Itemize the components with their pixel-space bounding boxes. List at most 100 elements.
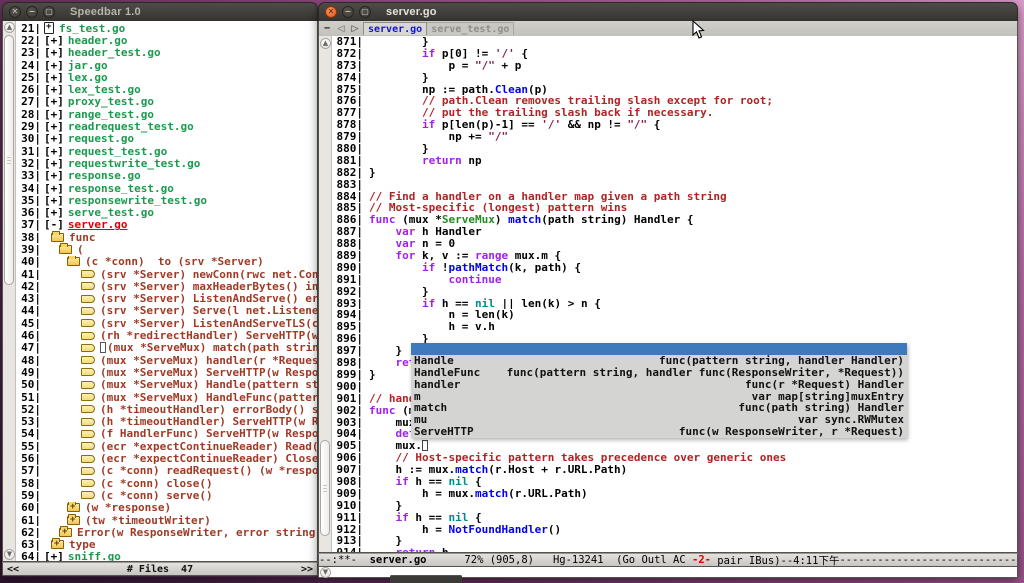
file-name[interactable]: server.go — [68, 219, 128, 231]
tag-icon[interactable] — [81, 491, 95, 499]
maximize-icon[interactable]: ▢ — [359, 6, 371, 18]
tag-label[interactable]: (ecr *expectContinueReader) Close() e — [100, 452, 317, 464]
tag-label[interactable]: (rh *redirectHandler) ServeHTTP(w Res — [100, 329, 317, 341]
expand-toggle-icon[interactable]: [+] — [44, 194, 64, 206]
tag-group-label[interactable]: (tw *timeoutWriter) — [85, 514, 211, 526]
file-name[interactable]: range_test.go — [68, 108, 154, 120]
code-line[interactable]: 887| var h Handler — [333, 226, 1017, 238]
minimize-icon[interactable]: − — [26, 6, 38, 18]
tree-row[interactable]: 22|[+]header.go — [17, 34, 317, 46]
code-line[interactable]: 905| mux. — [333, 440, 1017, 452]
folder-open-icon[interactable] — [67, 257, 80, 266]
code-line[interactable]: 907| h := mux.match(r.Host + r.URL.Path) — [333, 464, 1017, 476]
scroll-down-icon[interactable]: ▼ — [320, 567, 331, 578]
folder-closed-icon[interactable] — [59, 528, 72, 537]
tag-label[interactable]: (srv *Server) newConn(rwc net.Conn) ( — [100, 268, 317, 280]
tag-label[interactable]: (c *conn) serve() — [100, 489, 213, 501]
expand-toggle-icon[interactable]: [+] — [44, 551, 64, 562]
file-name[interactable]: responsewrite_test.go — [68, 194, 207, 206]
tag-label[interactable]: (mux *ServeMux) Handle(pattern string — [100, 379, 317, 391]
close-icon[interactable]: ✕ — [9, 6, 21, 18]
tag-label[interactable]: (mux *ServeMux) HandleFunc(pattern st — [100, 391, 317, 403]
folder-open-icon[interactable] — [59, 245, 72, 254]
editor-scrollbar[interactable]: ▲ — [319, 36, 332, 552]
expand-toggle-icon[interactable]: [+] — [44, 96, 64, 108]
expand-toggle-icon[interactable]: [-] — [44, 219, 64, 231]
tree-row[interactable]: 32|[+]requestwrite_test.go — [17, 157, 317, 169]
expand-toggle-icon[interactable]: [+] — [44, 206, 64, 218]
speedbar-scrollbar[interactable]: ▲ ▼ — [3, 21, 16, 561]
tag-group-label[interactable]: ( — [77, 243, 84, 255]
code-line[interactable]: 884|// Find a handler on a handler map g… — [333, 191, 1017, 203]
tag-label[interactable]: (mux *ServeMux) match(path string) Ha — [107, 342, 317, 354]
tag-group-label[interactable]: Error(w ResponseWriter, error string, c — [77, 526, 317, 538]
code-line[interactable]: 891| continue — [333, 274, 1017, 286]
tag-icon[interactable] — [81, 405, 95, 413]
tag-icon[interactable] — [81, 393, 95, 401]
code-line[interactable]: 895| h = v.h — [333, 321, 1017, 333]
code-line[interactable]: 910| } — [333, 500, 1017, 512]
tree-row[interactable]: 52|(h *timeoutHandler) errorBody() strin… — [17, 403, 317, 415]
file-name[interactable]: request.go — [68, 133, 134, 145]
tree-row[interactable]: 50|(mux *ServeMux) Handle(pattern string… — [17, 379, 317, 391]
file-name[interactable]: lex.go — [68, 71, 108, 83]
code-line[interactable]: 874| } — [333, 72, 1017, 84]
tree-row[interactable]: 46|(rh *redirectHandler) ServeHTTP(w Res… — [17, 329, 317, 341]
tag-label[interactable]: (mux *ServeMux) handler(r *Request) H — [100, 354, 317, 366]
tree-row[interactable]: 24|[+]jar.go — [17, 59, 317, 71]
file-name[interactable]: request_test.go — [68, 145, 167, 157]
tree-row[interactable]: 54|(f HandlerFunc) ServeHTTP(w ResponseW… — [17, 428, 317, 440]
expand-toggle-icon[interactable]: [+] — [44, 133, 64, 145]
file-name[interactable]: header_test.go — [68, 47, 161, 59]
tag-icon[interactable] — [81, 442, 95, 450]
expand-toggle-icon[interactable]: [+] — [44, 59, 64, 71]
file-name[interactable]: sniff.go — [68, 551, 121, 562]
code-line[interactable]: 879| np += "/" — [333, 131, 1017, 143]
file-name[interactable]: lex_test.go — [68, 83, 141, 95]
file-name[interactable]: readrequest_test.go — [68, 120, 194, 132]
autocomplete-popup[interactable]: Handlefunc(pattern string, handler Handl… — [411, 343, 907, 438]
tag-group-label[interactable]: (c *conn) to (srv *Server) — [85, 256, 264, 268]
speedbar-titlebar[interactable]: ✕ − ▢ Speedbar 1.0 — [2, 2, 318, 21]
file-name[interactable]: fs_test.go — [59, 22, 125, 34]
tag-icon[interactable] — [81, 418, 95, 426]
folder-open-icon[interactable] — [51, 233, 64, 242]
tag-icon[interactable] — [81, 356, 95, 364]
tag-label[interactable]: (h *timeoutHandler) errorBody() strin — [100, 403, 317, 415]
tree-row[interactable]: 61|(tw *timeoutWriter) — [17, 514, 317, 526]
tag-icon[interactable] — [81, 332, 95, 340]
tag-icon[interactable] — [81, 381, 95, 389]
tree-row[interactable]: 30|[+]request.go — [17, 133, 317, 145]
tree-row[interactable]: 56|(ecr *expectContinueReader) Close() e… — [17, 452, 317, 464]
tree-row[interactable]: 62|Error(w ResponseWriter, error string,… — [17, 526, 317, 538]
tree-row[interactable]: 38|func — [17, 231, 317, 243]
tag-label[interactable]: (srv *Server) Serve(l net.Listener) e — [100, 305, 317, 317]
tag-label[interactable]: (srv *Server) ListenAndServeTLS(certF — [100, 317, 317, 329]
tree-row[interactable]: 23|[+]header_test.go — [17, 47, 317, 59]
scroll-up-icon[interactable]: ▲ — [4, 22, 15, 33]
tag-group-label[interactable]: (w *response) — [85, 502, 171, 514]
file-name[interactable]: proxy_test.go — [68, 96, 154, 108]
file-name[interactable]: header.go — [68, 34, 128, 46]
tree-row[interactable]: 59|(c *conn) serve() — [17, 489, 317, 501]
editor-scroll-thumb[interactable] — [320, 440, 330, 536]
folder-closed-icon[interactable] — [67, 503, 80, 512]
code-line[interactable]: 875| np := path.Clean(p) — [333, 84, 1017, 96]
popup-item[interactable]: Handlefunc(pattern string, handler Handl… — [411, 355, 907, 367]
tag-label[interactable]: (f HandlerFunc) ServeHTTP(w ResponseW — [100, 428, 317, 440]
speedbar-scroll-thumb[interactable] — [4, 35, 14, 285]
tag-group-label[interactable]: type — [69, 538, 96, 550]
tree-row[interactable]: 27|[+]proxy_test.go — [17, 96, 317, 108]
file-name[interactable]: requestwrite_test.go — [68, 157, 200, 169]
code-line[interactable]: 881| return np — [333, 155, 1017, 167]
close-icon[interactable]: ✕ — [325, 6, 337, 18]
expand-toggle-icon[interactable]: [+] — [44, 120, 64, 132]
tabbar-minus-button[interactable]: − — [321, 23, 333, 35]
expand-toggle-icon[interactable]: [+] — [44, 182, 64, 194]
tree-row[interactable]: 21|fs_test.go — [17, 22, 317, 34]
tab-serve-test-go[interactable]: serve_test.go — [427, 22, 514, 35]
tag-icon[interactable] — [81, 344, 95, 352]
tag-label[interactable]: (srv *Server) maxHeaderBytes() int — [100, 280, 317, 292]
tag-icon[interactable] — [81, 455, 95, 463]
code-area[interactable]: 871| }872| if p[0] != '/' {873| p = "/" … — [333, 36, 1017, 552]
